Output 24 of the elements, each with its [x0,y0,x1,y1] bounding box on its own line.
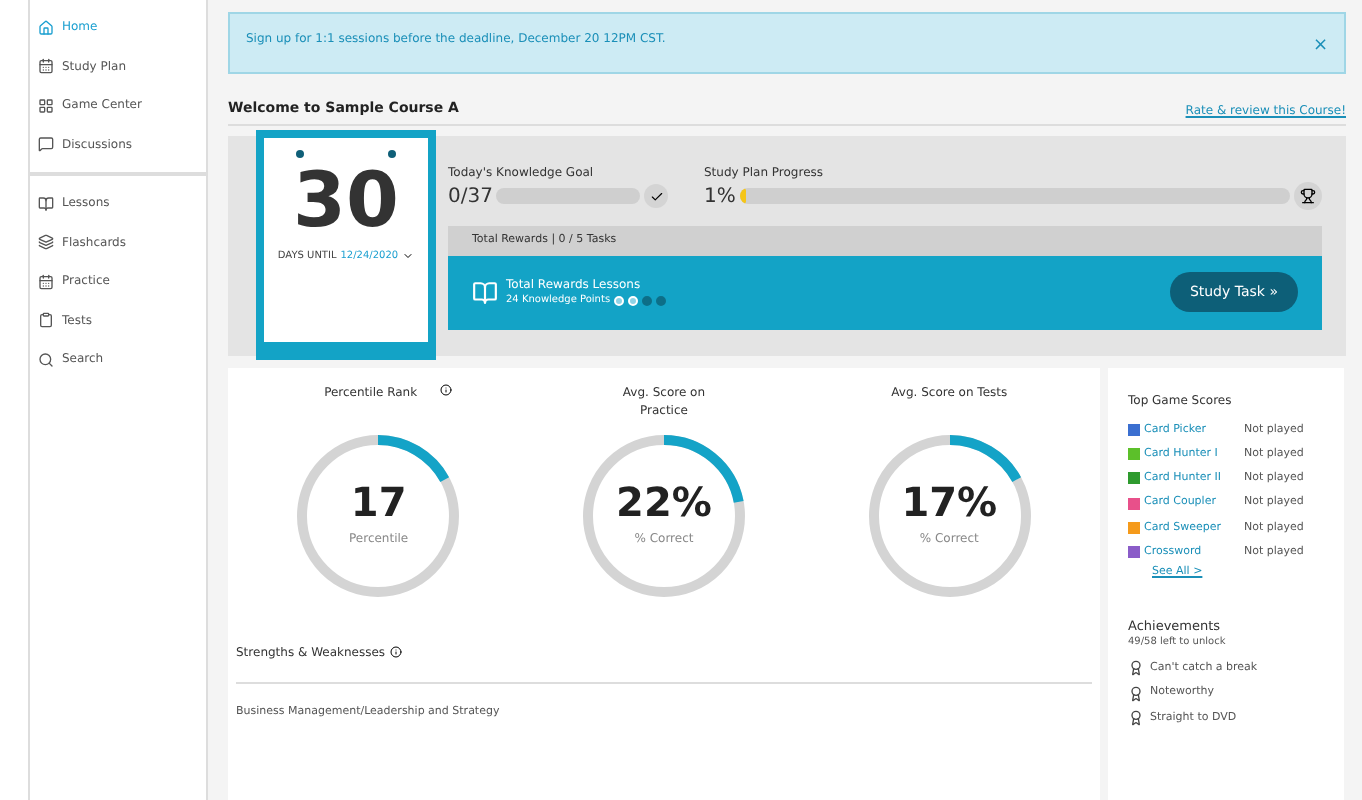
stat-value: 17% [901,482,998,522]
medal-icon [1128,685,1144,702]
info-icon [389,646,402,658]
book-icon [38,195,54,212]
days-count: 30 [293,161,399,237]
calendar-icon [38,273,54,290]
close-button[interactable]: × [1312,22,1328,72]
stat-value: 22% [616,482,712,522]
calendar-icon [38,58,54,75]
medal-icon [1128,660,1144,677]
trophy-icon [1294,182,1322,210]
clipboard-icon [38,312,54,329]
home-icon [38,19,54,36]
progress-value: 1% [704,183,736,211]
grid-icon [38,97,54,114]
layers-icon [38,234,54,251]
goal-value: 0/37 [448,183,493,211]
caret-icon [402,250,415,263]
chat-icon [38,136,54,153]
search-icon [38,351,54,368]
book-icon [472,279,498,305]
medal-icon [1128,710,1144,727]
stat-value: 17 [350,482,407,522]
check-icon [644,184,668,208]
